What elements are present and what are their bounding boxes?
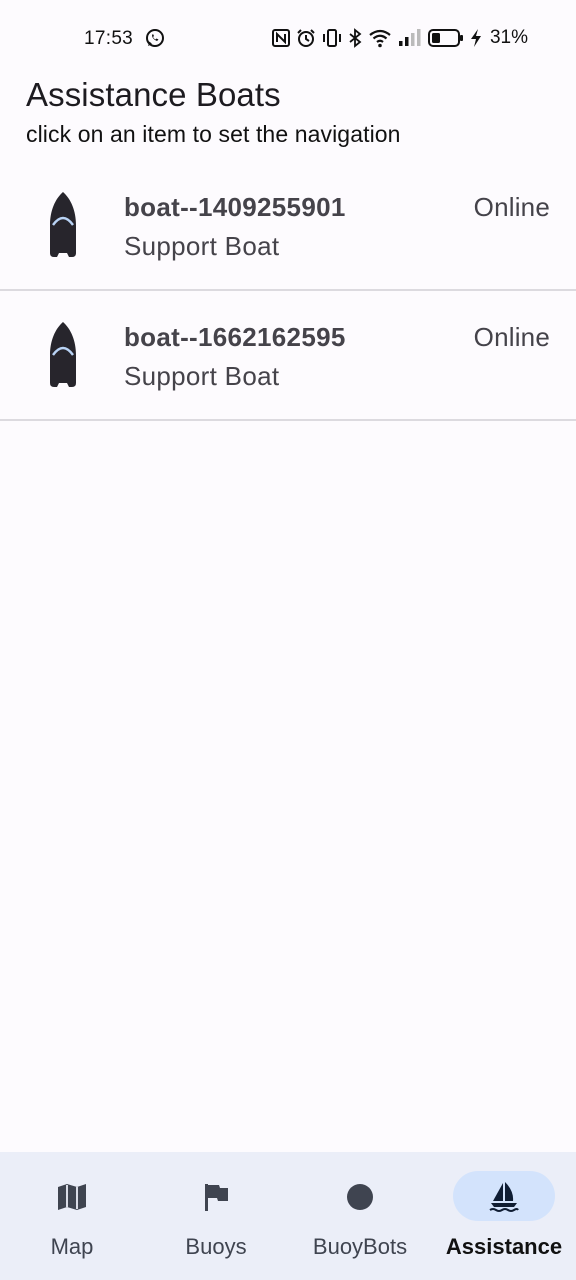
- sailboat-icon: [489, 1182, 519, 1212]
- battery-icon: [427, 29, 463, 47]
- boat-list: boat--1409255901 Support Boat Online boa…: [0, 161, 576, 421]
- status-icons: 31%: [271, 27, 528, 49]
- boat-icon: [50, 322, 76, 387]
- status-time: 17:53: [84, 28, 134, 49]
- nav-label: Buoys: [185, 1234, 247, 1259]
- list-item-boat[interactable]: boat--1409255901 Support Boat Online: [0, 161, 576, 291]
- charging-icon: [470, 29, 481, 47]
- list-item-boat[interactable]: boat--1662162595 Support Boat Online: [0, 291, 576, 421]
- alarm-icon: [297, 29, 315, 47]
- signal-icon: [398, 29, 421, 46]
- nfc-icon: [271, 29, 290, 47]
- boat-type: Support Boat: [124, 231, 280, 261]
- wifi-icon: [369, 29, 391, 48]
- boat-type: Support Boat: [124, 361, 280, 391]
- page-title: Assistance Boats: [26, 76, 281, 113]
- whatsapp-icon: [146, 29, 164, 47]
- nav-item-assistance[interactable]: Assistance: [432, 1152, 576, 1280]
- boat-name: boat--1409255901: [124, 192, 346, 222]
- page-subtitle: click on an item to set the navigation: [26, 121, 401, 147]
- battery-percent: 31%: [489, 27, 528, 48]
- circle-icon: [347, 1184, 373, 1210]
- boat-status: Online: [473, 322, 550, 352]
- map-icon: [58, 1184, 86, 1210]
- flag-icon: [205, 1184, 228, 1211]
- app-screen: 17:53 31% Assistance Boats click on an i…: [0, 0, 576, 1280]
- boat-icon: [50, 192, 76, 257]
- vibrate-icon: [322, 29, 341, 47]
- nav-item-buoybots[interactable]: BuoyBots: [288, 1152, 432, 1280]
- status-bar: 17:53 31%: [0, 0, 576, 78]
- nav-label: Assistance: [445, 1234, 563, 1259]
- nav-item-map[interactable]: Map: [0, 1152, 144, 1280]
- bottom-navigation: Map Buoys BuoyBots Assistance: [0, 1152, 576, 1280]
- nav-label: BuoyBots: [312, 1234, 408, 1259]
- bluetooth-icon: [349, 28, 362, 48]
- nav-item-buoys[interactable]: Buoys: [144, 1152, 288, 1280]
- boat-name: boat--1662162595: [124, 322, 346, 352]
- boat-status: Online: [473, 192, 550, 222]
- nav-label: Map: [50, 1234, 94, 1259]
